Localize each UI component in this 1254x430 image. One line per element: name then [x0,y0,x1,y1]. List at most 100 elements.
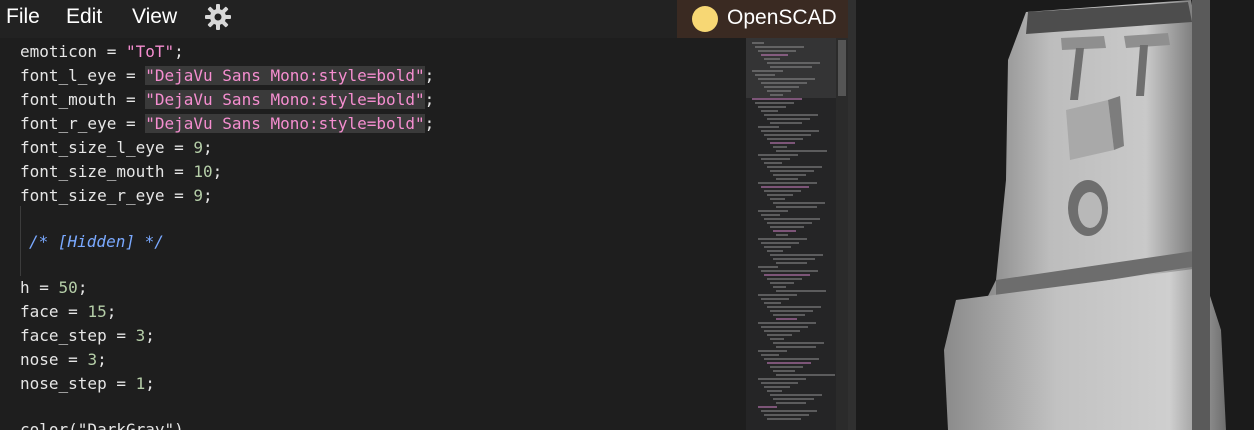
code-partial: color("DarkGray") [20,420,184,430]
code-end: ; [203,186,213,205]
pane-splitter[interactable] [848,0,856,430]
code-end: ; [424,90,435,109]
minimap-line [770,366,803,368]
minimap-line [770,282,794,284]
code-op: = [116,90,146,109]
code-op: = [116,114,146,133]
code-op: = [97,42,126,61]
code-key: font_l_eye [20,66,117,85]
minimap-line [764,386,790,388]
code-line: color("DarkGray") [20,418,184,430]
menu-view[interactable]: View [132,4,177,30]
minimap-line [761,110,778,112]
minimap-line [767,250,783,252]
code-line: font_size_l_eye = 9; [20,136,213,160]
minimap-line [773,258,815,260]
sun-circle-icon [692,6,718,32]
minimap-line [770,338,784,340]
minimap-line [767,362,811,364]
minimap-line [761,298,789,300]
minimap-line [767,278,802,280]
code-string: "DejaVu Sans Mono:style=bold" [145,90,425,109]
minimap-line [770,254,823,256]
minimap-line [767,390,782,392]
code-key: font_size_r_eye [20,186,165,205]
code-number: 15 [87,302,107,321]
code-op: = [116,66,146,85]
code-comment: /* [Hidden] */ [29,232,164,251]
code-key: h [20,278,30,297]
minimap-line [776,318,797,320]
scrollbar-thumb[interactable] [838,40,846,96]
code-editor[interactable]: File Edit View OpenSCAD emoticon = "ToT"… [0,0,848,430]
gear-icon[interactable] [204,3,232,31]
minimap-line [764,330,800,332]
minimap-line [773,370,795,372]
3d-viewport[interactable] [856,0,1254,430]
code-line: h = 50; [20,276,87,300]
code-end: ; [424,66,435,85]
minimap-line [761,158,790,160]
app-brand: OpenSCAD [677,0,848,38]
code-key: emoticon [20,42,98,61]
minimap-line [755,74,775,76]
code-line: font_mouth = "DejaVu Sans Mono:style=bol… [20,88,434,112]
minimap-line [758,182,817,184]
code-string: "DejaVu Sans Mono:style=bold" [145,114,425,133]
code-op: = [106,374,136,393]
code-key: font_r_eye [20,114,117,133]
code-end: ; [106,302,117,321]
code-end: ; [174,42,184,61]
minimap-line [755,102,794,104]
minimap-line [764,302,781,304]
code-line: /* [Hidden] */ [29,230,164,254]
minimap-line [764,114,818,116]
minimap-line [776,290,826,292]
minimap-line [758,406,777,408]
minimap-line [764,190,801,192]
code-op: = [164,162,194,181]
minimap-line [776,178,798,180]
minimap[interactable] [746,38,848,430]
code-end: ; [145,374,155,393]
code-line: emoticon = "ToT"; [20,40,184,64]
minimap-line [776,150,827,152]
minimap-line [776,346,816,348]
code-end: ; [203,138,213,157]
code-string: "DejaVu Sans Mono:style=bold" [145,66,425,85]
minimap-line [764,86,799,88]
minimap-line [764,414,809,416]
code-number: 1 [135,374,146,393]
code-line: font_size_r_eye = 9; [20,184,213,208]
code-op: = [164,186,194,205]
code-number: 3 [135,326,146,345]
scrollbar[interactable] [836,38,848,430]
minimap-line [770,66,812,68]
minimap-line [770,394,822,396]
minimap-line [767,418,801,420]
minimap-line [770,310,813,312]
code-line: nose_step = 1; [20,372,155,396]
minimap-line [752,42,764,44]
minimap-line [767,166,822,168]
menu-edit[interactable]: Edit [66,4,102,30]
minimap-line [758,154,798,156]
minimap-line [758,378,806,380]
menu-file[interactable]: File [6,4,40,30]
minimap-line [758,126,779,128]
code-line: font_r_eye = "DejaVu Sans Mono:style=bol… [20,112,434,136]
code-key: font_size_l_eye [20,138,165,157]
minimap-line [758,238,807,240]
code-end: ; [145,326,155,345]
minimap-line [764,162,782,164]
menu-bar: File Edit View OpenSCAD [0,0,848,38]
minimap-line [761,214,780,216]
minimap-line [761,410,817,412]
code-key: nose [20,350,59,369]
minimap-line [758,78,815,80]
indent-guide [20,206,21,276]
minimap-line [758,106,786,108]
code-number: 3 [87,350,98,369]
minimap-line [764,58,780,60]
minimap-line [761,54,788,56]
